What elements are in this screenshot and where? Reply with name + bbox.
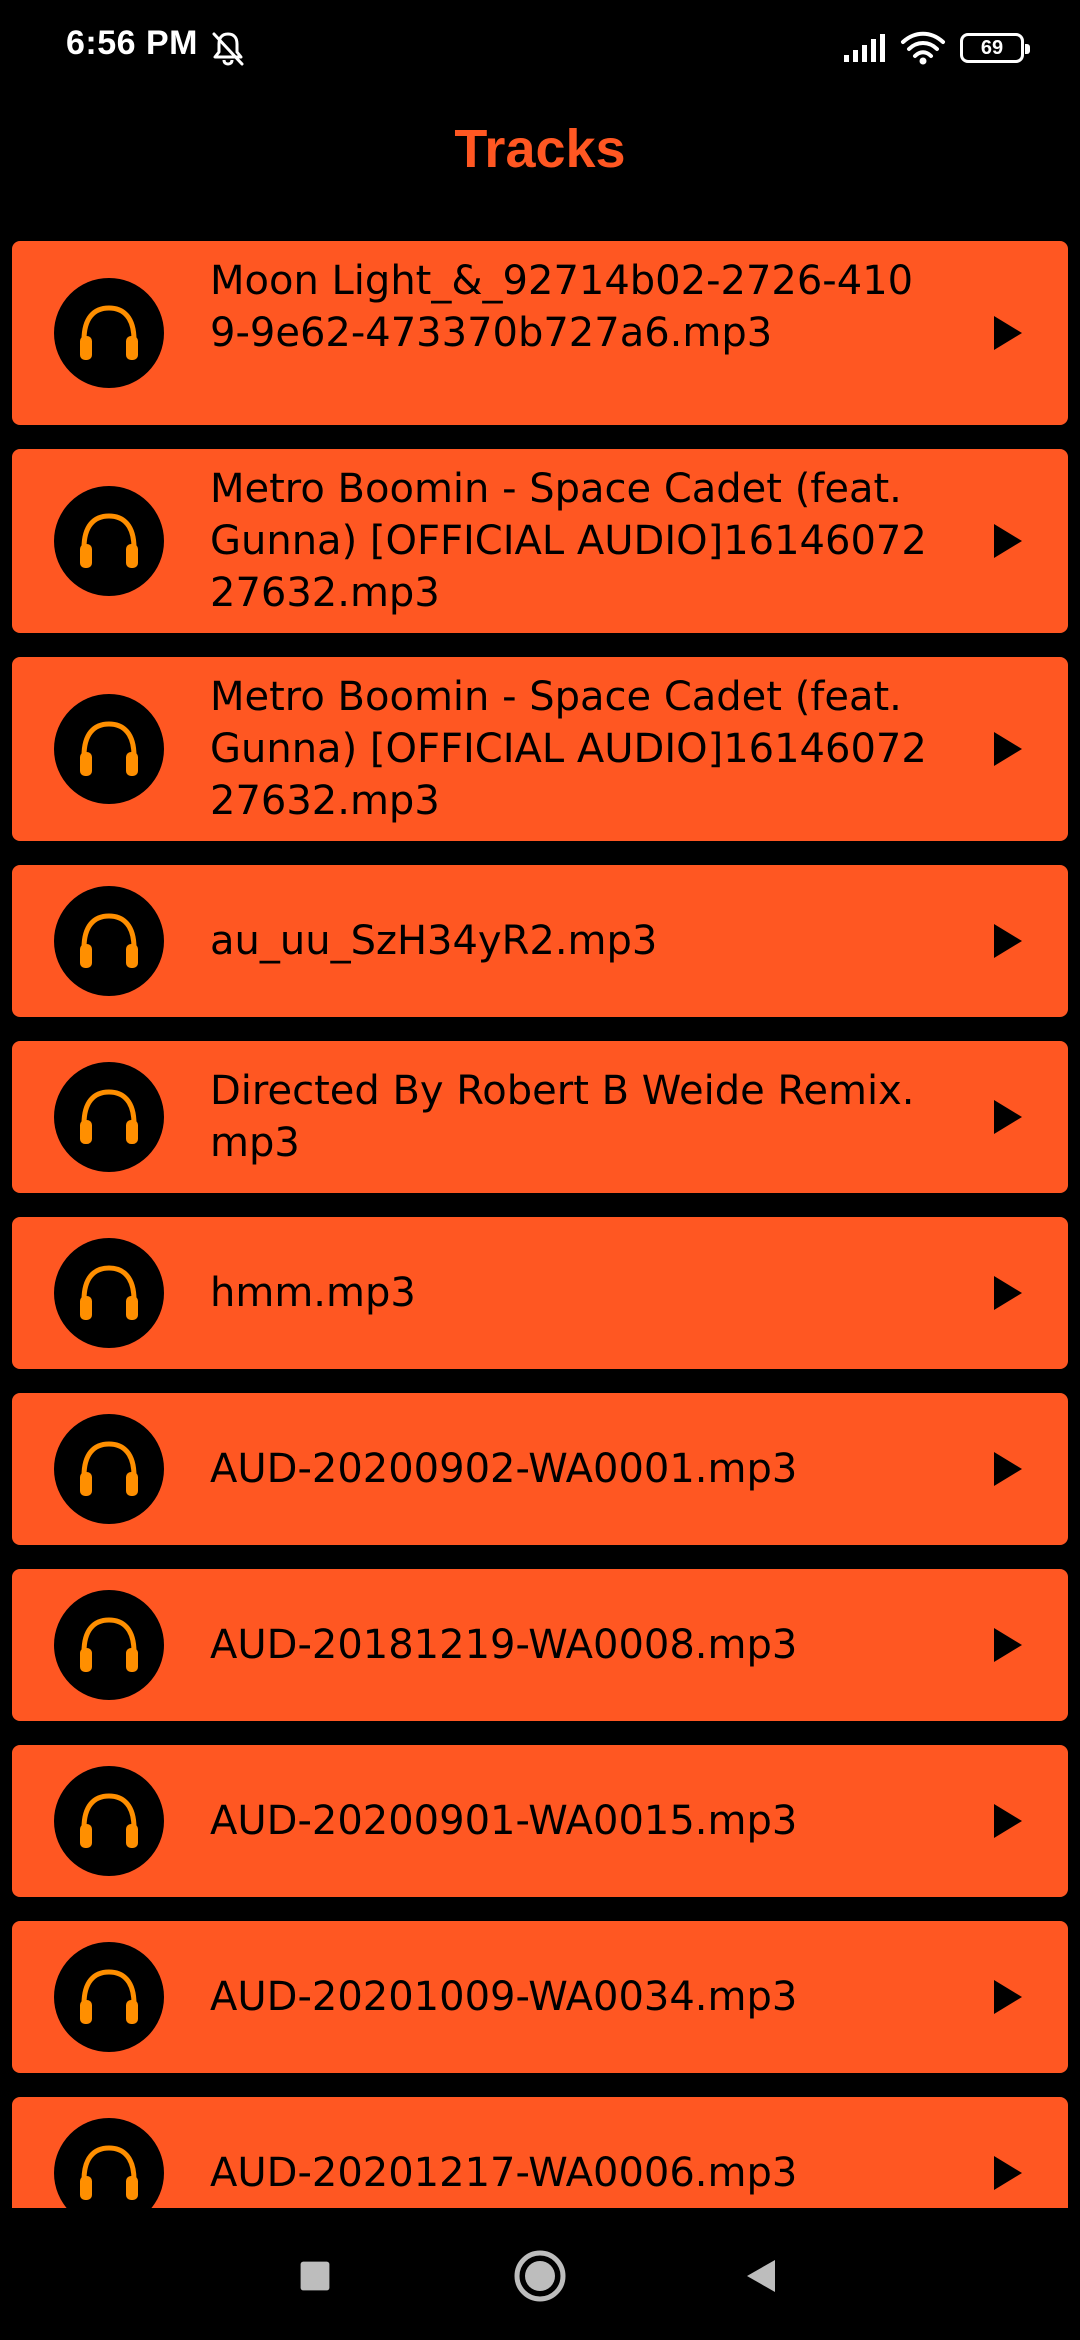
track-list[interactable]: Moon Light_&_92714b02-2726-4109-9e62-473…: [0, 236, 1080, 2208]
play-icon: [994, 524, 1022, 558]
play-button[interactable]: [977, 2143, 1037, 2203]
play-icon: [994, 1276, 1022, 1310]
headphones-icon: [80, 305, 138, 360]
track-avatar: [54, 886, 164, 996]
headphones-icon: [80, 1265, 138, 1320]
page-title: Tracks: [454, 119, 626, 179]
track-avatar: [54, 1766, 164, 1876]
status-bar: 6:56 PM 69: [0, 0, 1080, 96]
track-avatar: [54, 1942, 164, 2052]
track-item[interactable]: AUD-20200901-WA0015.mp3: [12, 1745, 1068, 1897]
track-avatar: [54, 694, 164, 804]
play-button[interactable]: [977, 1615, 1037, 1675]
track-item[interactable]: Moon Light_&_92714b02-2726-4109-9e62-473…: [12, 241, 1068, 425]
navigation-bar: [0, 2208, 1080, 2340]
notifications-off-icon: [208, 28, 248, 68]
track-title: Metro Boomin - Space Cadet (feat. Gunna)…: [210, 674, 927, 824]
track-title: AUD-20200901-WA0015.mp3: [210, 1798, 798, 1844]
track-item[interactable]: hmm.mp3: [12, 1217, 1068, 1369]
track-avatar: [54, 1062, 164, 1172]
headphones-icon: [80, 1617, 138, 1672]
play-icon: [994, 316, 1022, 350]
track-item[interactable]: Metro Boomin - Space Cadet (feat. Gunna)…: [12, 449, 1068, 633]
status-icons: 69: [842, 28, 1030, 68]
battery-icon: 69: [960, 33, 1030, 63]
status-time: 6:56 PM: [66, 24, 198, 62]
track-title: Metro Boomin - Space Cadet (feat. Gunna)…: [210, 466, 927, 616]
play-button[interactable]: [977, 719, 1037, 779]
track-item[interactable]: Metro Boomin - Space Cadet (feat. Gunna)…: [12, 657, 1068, 841]
back-icon[interactable]: [729, 2244, 793, 2308]
play-icon: [994, 1804, 1022, 1838]
track-avatar: [54, 1414, 164, 1524]
track-title: Moon Light_&_92714b02-2726-4109-9e62-473…: [210, 258, 914, 356]
track-item[interactable]: AUD-20201009-WA0034.mp3: [12, 1921, 1068, 2073]
headphones-icon: [80, 1441, 138, 1496]
play-button[interactable]: [977, 1439, 1037, 1499]
headphones-icon: [80, 2145, 138, 2200]
wifi-icon: [901, 31, 945, 65]
headphones-icon: [80, 1793, 138, 1848]
play-button[interactable]: [977, 911, 1037, 971]
track-title: AUD-20200902-WA0001.mp3: [210, 1446, 798, 1492]
track-title: AUD-20201217-WA0006.mp3: [210, 2150, 798, 2196]
track-title: au_uu_SzH34yR2.mp3: [210, 918, 658, 964]
track-title: hmm.mp3: [210, 1270, 416, 1316]
track-title: Directed By Robert B Weide Remix.mp3: [210, 1068, 915, 1166]
play-icon: [994, 1628, 1022, 1662]
play-icon: [994, 732, 1022, 766]
play-button[interactable]: [977, 511, 1037, 571]
recents-icon[interactable]: [283, 2244, 347, 2308]
track-avatar: [54, 486, 164, 596]
play-button[interactable]: [977, 1791, 1037, 1851]
track-item[interactable]: au_uu_SzH34yR2.mp3: [12, 865, 1068, 1017]
track-title: AUD-20201009-WA0034.mp3: [210, 1974, 798, 2020]
play-button[interactable]: [977, 1967, 1037, 2027]
track-avatar: [54, 1238, 164, 1348]
play-icon: [994, 2156, 1022, 2190]
home-icon[interactable]: [508, 2244, 572, 2308]
play-button[interactable]: [977, 1263, 1037, 1323]
headphones-icon: [80, 913, 138, 968]
track-avatar: [54, 1590, 164, 1700]
track-item[interactable]: AUD-20201217-WA0006.mp3: [12, 2097, 1068, 2208]
headphones-icon: [80, 1969, 138, 2024]
play-button[interactable]: [977, 1087, 1037, 1147]
track-avatar: [54, 2118, 164, 2208]
track-title: AUD-20181219-WA0008.mp3: [210, 1622, 798, 1668]
track-item[interactable]: Directed By Robert B Weide Remix.mp3: [12, 1041, 1068, 1193]
headphones-icon: [80, 1089, 138, 1144]
track-item[interactable]: AUD-20181219-WA0008.mp3: [12, 1569, 1068, 1721]
track-avatar: [54, 278, 164, 388]
headphones-icon: [80, 721, 138, 776]
battery-level: 69: [980, 37, 1004, 59]
play-icon: [994, 924, 1022, 958]
headphones-icon: [80, 513, 138, 568]
track-item[interactable]: AUD-20200902-WA0001.mp3: [12, 1393, 1068, 1545]
play-icon: [994, 1100, 1022, 1134]
play-button[interactable]: [977, 303, 1037, 363]
play-icon: [994, 1980, 1022, 2014]
play-icon: [994, 1452, 1022, 1486]
signal-icon: [844, 34, 885, 62]
